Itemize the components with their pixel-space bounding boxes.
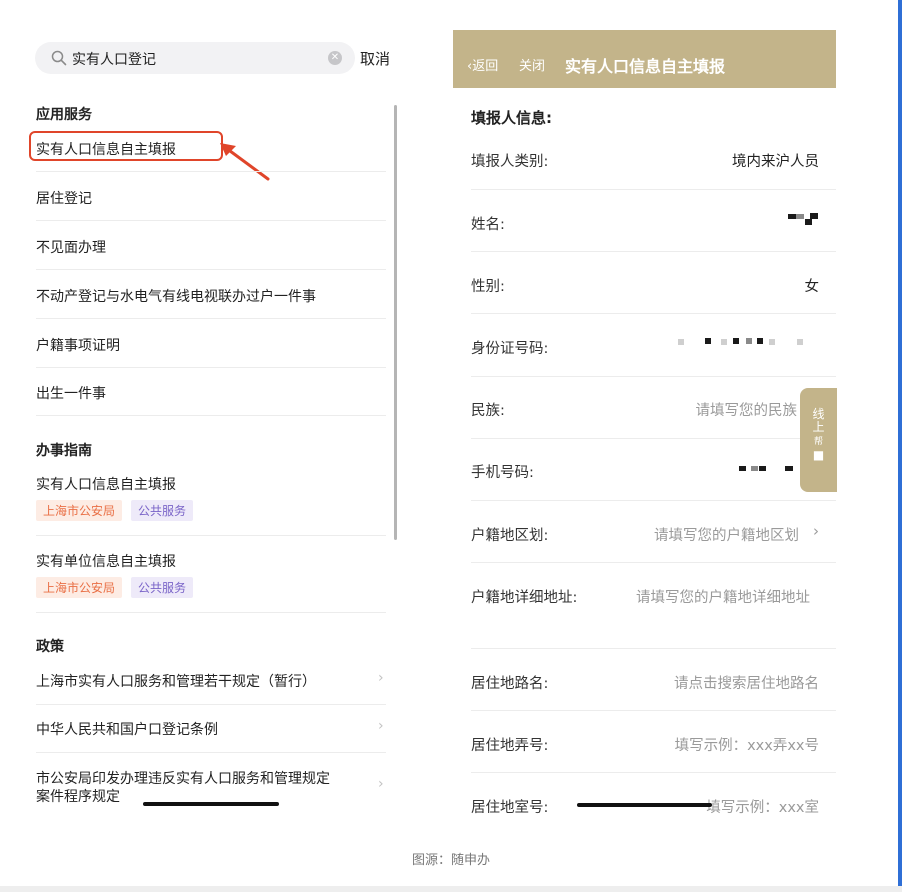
redaction-pixel [733, 338, 739, 344]
section-title-policy: 政策 [36, 639, 64, 655]
redaction-pixel [759, 466, 766, 471]
redaction-pixel [805, 219, 812, 225]
divider [36, 704, 386, 705]
divider [471, 313, 836, 314]
field-label: 民族: [471, 403, 505, 419]
divider [36, 612, 386, 613]
redaction-scribble [577, 803, 712, 807]
chevron-right-icon: › [378, 670, 384, 686]
divider [471, 500, 836, 501]
chevron-right-icon: › [378, 718, 384, 734]
ethnicity-input[interactable]: 请填写您的民族 [696, 399, 798, 420]
image-caption: 图源：随申办 [411, 853, 490, 868]
divider [471, 562, 836, 563]
close-button[interactable]: 关闭 [519, 55, 545, 74]
field-label: 填报人类别: [471, 154, 549, 170]
redaction-pixel [678, 339, 684, 345]
field-label: 性别: [471, 279, 505, 295]
divider [471, 251, 836, 252]
section-title-reporter: 填报人信息: [471, 109, 552, 127]
household-district-select[interactable]: 请填写您的户籍地区划 [654, 524, 799, 545]
tag-org: 上海市公安局 [36, 577, 123, 598]
field-label: 姓名: [471, 217, 505, 233]
divider [36, 752, 386, 753]
redaction-scribble [143, 802, 279, 806]
divider [36, 171, 386, 172]
redaction-pixel [721, 339, 727, 345]
policy-item[interactable]: 市公安局印发办理违反实有人口服务和管理规定 [36, 768, 386, 788]
gender-value[interactable]: 女 [805, 275, 820, 296]
list-item[interactable]: 实有人口信息自主填报 [36, 139, 386, 159]
tag-service: 公共服务 [131, 500, 194, 521]
field-label: 户籍地区划: [471, 528, 549, 544]
frame-right-border [898, 0, 902, 892]
field-label: 居住地弄号: [471, 738, 549, 754]
form-panel: ‹返回 关闭 实有人口信息自主填报 填报人信息: 填报人类别: 境内来沪人员 姓… [453, 30, 837, 830]
redaction-pixel [769, 339, 775, 345]
divider [36, 367, 386, 368]
divider [36, 535, 386, 536]
chevron-right-icon: › [378, 776, 384, 792]
field-label: 居住地室号: [471, 800, 549, 816]
guide-item[interactable]: 实有人口信息自主填报 [36, 474, 386, 494]
scrollbar[interactable] [394, 105, 397, 540]
search-input[interactable]: 实有人口登记 ✕ [35, 42, 355, 74]
back-label: 返回 [472, 59, 499, 74]
redaction-pixel [705, 338, 711, 344]
field-label: 户籍地详细地址: [471, 590, 578, 606]
divider [471, 376, 836, 377]
guide-item[interactable]: 实有单位信息自主填报 [36, 551, 386, 571]
redaction-pixel [751, 466, 758, 471]
household-address-input[interactable]: 请填写您的户籍地详细地址 [636, 586, 810, 607]
back-button[interactable]: ‹返回 [467, 55, 498, 74]
clear-icon[interactable]: ✕ [328, 51, 342, 65]
redaction-pixel [796, 214, 804, 219]
field-label: 手机号码: [471, 465, 534, 481]
list-item[interactable]: 居住登记 [36, 188, 386, 208]
list-item[interactable]: 户籍事项证明 [36, 335, 386, 355]
residence-road-search[interactable]: 请点击搜索居住地路名 [674, 672, 819, 693]
divider [36, 220, 386, 221]
redaction-pixel [757, 338, 763, 344]
residence-room-input[interactable]: 填写示例：xxx室 [706, 796, 819, 817]
list-item[interactable]: 不动产登记与水电气有线电视联办过户一件事 [36, 286, 386, 306]
redaction-pixel [788, 214, 796, 219]
cancel-button[interactable]: 取消 [360, 48, 390, 69]
redaction-pixel [746, 338, 752, 344]
divider [471, 189, 836, 190]
form-header: ‹返回 关闭 实有人口信息自主填报 [453, 30, 836, 88]
search-query: 实有人口登记 [72, 52, 156, 68]
redaction-pixel [739, 466, 746, 471]
section-title-app-services: 应用服务 [36, 107, 92, 123]
divider [36, 415, 386, 416]
divider [471, 648, 836, 649]
search-icon [51, 50, 67, 66]
divider [471, 438, 836, 439]
redaction-pixel [785, 466, 793, 471]
divider [471, 772, 836, 773]
divider [36, 318, 386, 319]
frame-bottom-border [0, 886, 902, 892]
chevron-right-icon: › [813, 522, 819, 540]
redaction-pixel [797, 339, 803, 345]
tag-org: 上海市公安局 [36, 500, 123, 521]
list-item[interactable]: 不见面办理 [36, 237, 386, 257]
form-title: 实有人口信息自主填报 [565, 57, 726, 76]
search-results-panel: 实有人口登记 ✕ 取消 应用服务 实有人口信息自主填报 居住登记 不见面办理 不… [20, 0, 410, 830]
field-label: 身份证号码: [471, 341, 549, 357]
policy-item[interactable]: 中华人民共和国户口登记条例 [36, 719, 386, 739]
residence-lane-input[interactable]: 填写示例：xxx弄xx号 [675, 734, 819, 755]
field-label: 居住地路名: [471, 676, 549, 692]
list-item[interactable]: 出生一件事 [36, 383, 386, 403]
divider [36, 269, 386, 270]
policy-item[interactable]: 上海市实有人口服务和管理若干规定（暂行） [36, 671, 386, 691]
reporter-type-value[interactable]: 境内来沪人员 [732, 150, 819, 171]
tag-service: 公共服务 [131, 577, 194, 598]
section-title-guides: 办事指南 [36, 443, 92, 459]
online-help-tab[interactable]: 线上帮 ■ [800, 388, 837, 492]
divider [471, 710, 836, 711]
